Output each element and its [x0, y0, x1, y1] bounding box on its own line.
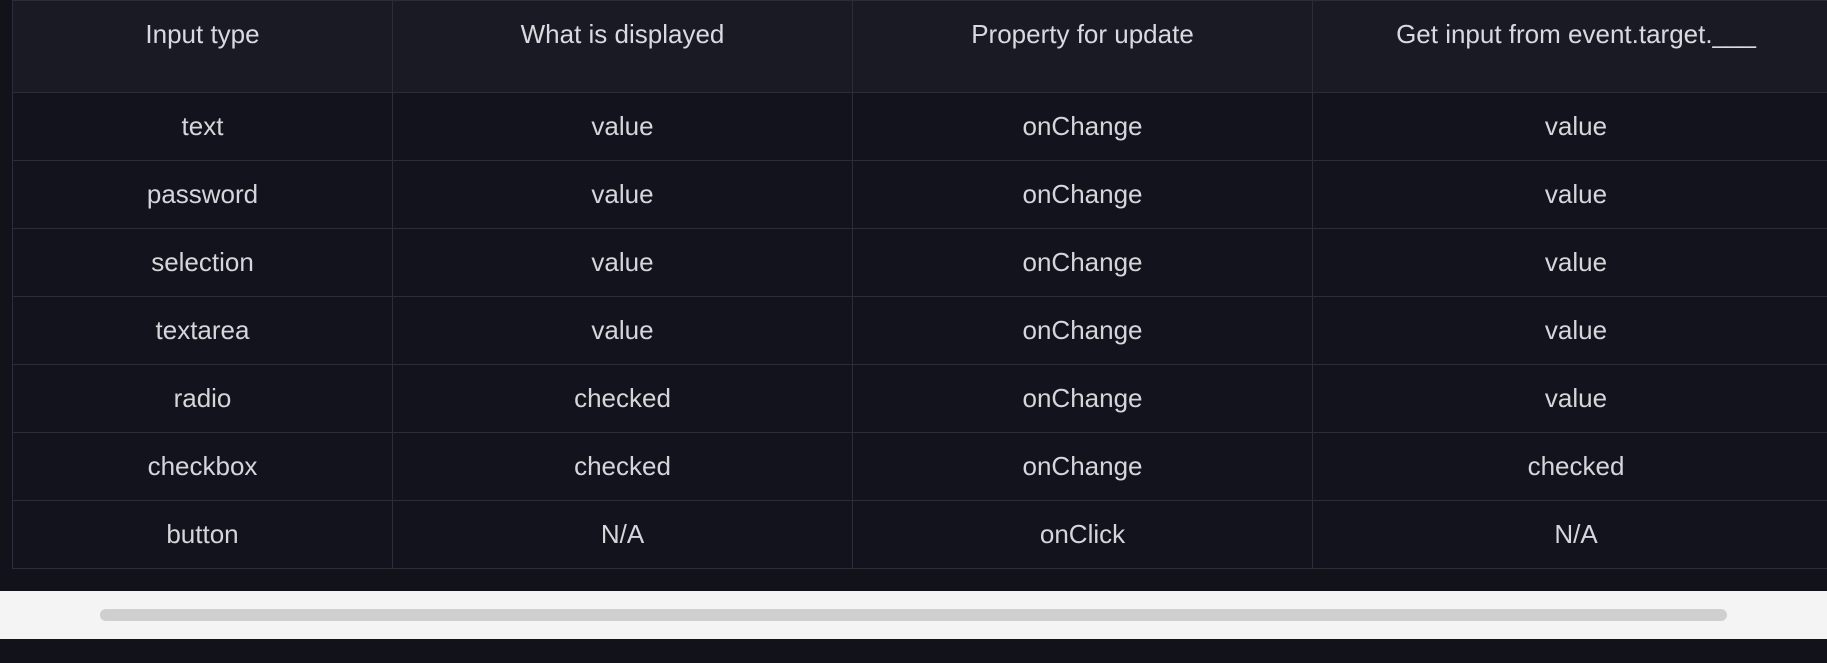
table-row: password value onChange value — [13, 161, 1827, 229]
cell-input-type: radio — [13, 365, 393, 433]
table-row: button N/A onClick N/A — [13, 501, 1827, 569]
cell-property: onChange — [853, 93, 1313, 161]
cell-input-type: text — [13, 93, 393, 161]
table-row: textarea value onChange value — [13, 297, 1827, 365]
table-row: text value onChange value — [13, 93, 1827, 161]
cell-displayed: value — [393, 161, 853, 229]
cell-property: onChange — [853, 229, 1313, 297]
table-header: Input type What is displayed Property fo… — [13, 1, 1827, 93]
cell-displayed: N/A — [393, 501, 853, 569]
input-types-table: Input type What is displayed Property fo… — [12, 0, 1827, 569]
cell-input-type: selection — [13, 229, 393, 297]
cell-input-type: password — [13, 161, 393, 229]
cell-displayed: checked — [393, 433, 853, 501]
cell-input-type: checkbox — [13, 433, 393, 501]
cell-property: onChange — [853, 433, 1313, 501]
cell-event-target: checked — [1313, 433, 1827, 501]
cell-property: onChange — [853, 161, 1313, 229]
cell-displayed: value — [393, 93, 853, 161]
cell-input-type: button — [13, 501, 393, 569]
col-header-displayed: What is displayed — [393, 1, 853, 93]
table-row: radio checked onChange value — [13, 365, 1827, 433]
cell-displayed: value — [393, 229, 853, 297]
cell-property: onChange — [853, 297, 1313, 365]
cell-displayed: checked — [393, 365, 853, 433]
cell-displayed: value — [393, 297, 853, 365]
page-root: Input type What is displayed Property fo… — [0, 0, 1827, 663]
cell-event-target: value — [1313, 93, 1827, 161]
scrollbar-thumb[interactable] — [100, 609, 1727, 621]
table-header-row: Input type What is displayed Property fo… — [13, 1, 1827, 93]
cell-property: onChange — [853, 365, 1313, 433]
col-header-event-target: Get input from event.target.___ — [1313, 1, 1827, 93]
cell-event-target: value — [1313, 161, 1827, 229]
table-body: text value onChange value password value… — [13, 93, 1827, 569]
cell-property: onClick — [853, 501, 1313, 569]
cell-input-type: textarea — [13, 297, 393, 365]
table-container: Input type What is displayed Property fo… — [0, 0, 1827, 569]
horizontal-scrollbar[interactable] — [0, 591, 1827, 639]
table-row: selection value onChange value — [13, 229, 1827, 297]
cell-event-target: value — [1313, 365, 1827, 433]
cell-event-target: value — [1313, 297, 1827, 365]
cell-event-target: value — [1313, 229, 1827, 297]
col-header-input-type: Input type — [13, 1, 393, 93]
col-header-property: Property for update — [853, 1, 1313, 93]
table-row: checkbox checked onChange checked — [13, 433, 1827, 501]
cell-event-target: N/A — [1313, 501, 1827, 569]
